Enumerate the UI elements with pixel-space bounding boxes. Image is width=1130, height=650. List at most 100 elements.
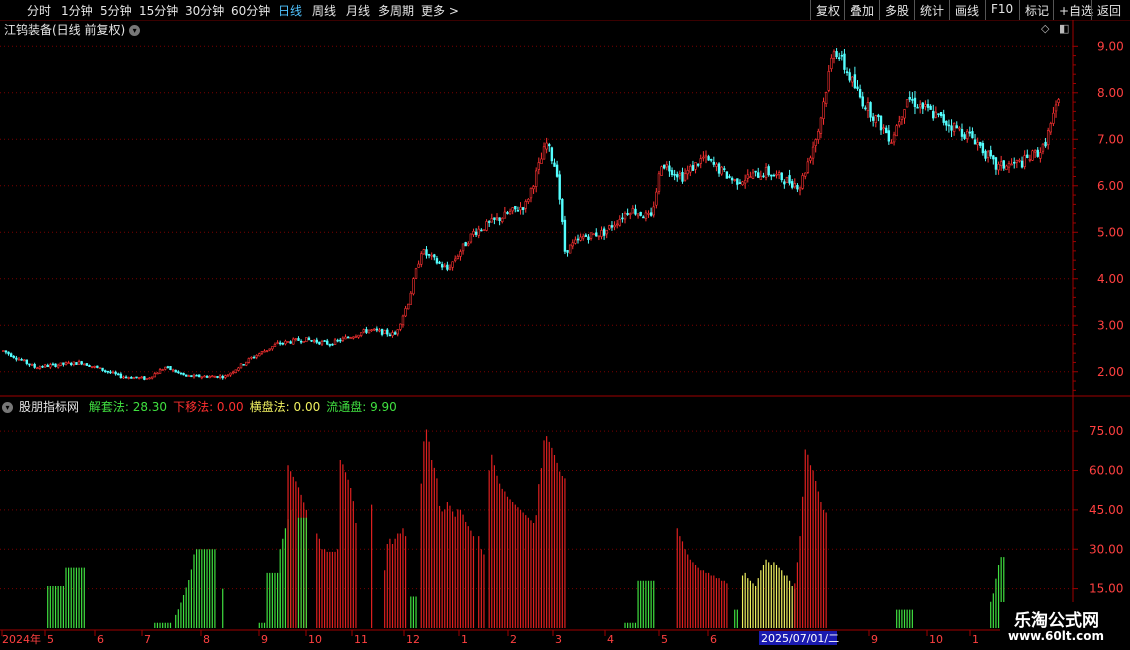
- kline-title[interactable]: 江钨装备(日线 前复权) ▾: [4, 21, 141, 38]
- candle-body: [7, 351, 10, 355]
- candle-body: [414, 268, 418, 279]
- candle-body: [615, 223, 619, 226]
- candle-body: [558, 174, 561, 200]
- candle-body: [503, 211, 507, 219]
- candle-body: [226, 374, 230, 377]
- candle-body: [728, 176, 731, 178]
- date-label: 2024年: [2, 632, 41, 646]
- candle-body: [346, 336, 350, 339]
- candle-body: [835, 51, 838, 58]
- candle-body: [370, 329, 373, 331]
- candle-body: [333, 339, 337, 345]
- candle-body: [111, 371, 115, 374]
- candle-body: [508, 211, 512, 215]
- candle-body: [725, 171, 729, 179]
- candle-body: [691, 165, 695, 171]
- candle-body: [592, 233, 595, 236]
- candle-body: [56, 364, 60, 368]
- candle-body: [979, 141, 982, 146]
- candle-body: [117, 373, 120, 376]
- candle-body: [362, 329, 365, 333]
- candle-body: [861, 96, 864, 107]
- candle-body: [924, 104, 927, 107]
- candle-body: [759, 175, 763, 180]
- candle-body: [341, 337, 345, 341]
- candle-body: [446, 264, 449, 270]
- watermark-url: www.60lt.com: [1008, 629, 1105, 643]
- candle-body: [273, 344, 277, 347]
- candle-body: [751, 172, 755, 179]
- candle-body: [788, 175, 791, 184]
- candle-body: [937, 113, 940, 115]
- candle-body: [553, 162, 556, 167]
- candle-body: [135, 376, 138, 379]
- candle-body: [532, 186, 535, 190]
- candle-body: [932, 110, 935, 119]
- chevron-down-icon[interactable]: ▾: [129, 25, 141, 36]
- candle-body: [597, 235, 601, 238]
- selected-date-label: 2025/07/01/二: [761, 632, 839, 645]
- candle-body: [681, 172, 684, 182]
- candle-body: [51, 363, 55, 366]
- indicator-tick-label: 75.00: [1089, 424, 1123, 438]
- candle-body: [190, 375, 193, 378]
- candle-body: [4, 350, 8, 353]
- candle-body: [132, 377, 136, 380]
- candle-body: [853, 74, 857, 89]
- candle-body: [579, 236, 582, 241]
- candle-body: [992, 155, 995, 160]
- chevron-down-icon[interactable]: ▾: [2, 402, 13, 413]
- candle-body: [1033, 150, 1037, 153]
- candle-body: [903, 109, 906, 119]
- candle-body: [762, 175, 765, 178]
- indicator-field-1: 下移法: 0.00: [173, 400, 244, 414]
- candle-body: [973, 139, 977, 145]
- indicator-field-0: 解套法: 28.30: [88, 400, 168, 414]
- date-label: 11: [354, 633, 368, 646]
- candle-body: [798, 187, 802, 191]
- candle-body: [662, 164, 666, 169]
- candle-body: [916, 106, 919, 109]
- candle-body: [151, 376, 154, 379]
- candle-body: [9, 353, 13, 357]
- candle-body: [451, 261, 454, 268]
- candle-body: [537, 162, 541, 170]
- candle-body: [918, 104, 922, 108]
- candle-body: [574, 239, 577, 244]
- candle-body: [814, 139, 817, 146]
- date-label: 8: [203, 633, 210, 646]
- candle-body: [534, 170, 538, 187]
- candle-body: [198, 374, 201, 378]
- indicator-tick-label: 30.00: [1089, 542, 1123, 556]
- candle-body: [203, 375, 206, 378]
- candle-body: [550, 147, 554, 162]
- candle-body: [1020, 160, 1024, 168]
- candle-body: [529, 187, 533, 199]
- candle-body: [540, 158, 543, 164]
- candle-body: [568, 244, 572, 254]
- candle-body: [349, 337, 352, 339]
- candle-body: [268, 348, 271, 351]
- candle-body: [161, 369, 164, 371]
- candle-body: [566, 250, 569, 253]
- candle-body: [1015, 160, 1019, 163]
- candle-body: [634, 208, 637, 215]
- price-tick-label: 2.00: [1097, 365, 1124, 379]
- candle-body: [2, 350, 5, 352]
- date-label: 2: [510, 633, 517, 646]
- candle-body: [527, 199, 530, 202]
- candle-body: [83, 363, 86, 366]
- candle-body: [208, 376, 211, 379]
- candle-body: [555, 164, 559, 177]
- candle-body: [772, 174, 776, 177]
- candle-body: [46, 364, 49, 368]
- candle-body: [777, 172, 781, 176]
- candle-body: [64, 362, 68, 365]
- panel-toggle-icon[interactable]: ◧: [1059, 22, 1069, 35]
- diamond-icon[interactable]: ◇: [1041, 22, 1049, 35]
- candle-body: [456, 256, 460, 259]
- candle-body: [1026, 154, 1029, 159]
- candle-body: [746, 174, 749, 179]
- candle-body: [840, 54, 844, 57]
- candle-body: [602, 228, 606, 236]
